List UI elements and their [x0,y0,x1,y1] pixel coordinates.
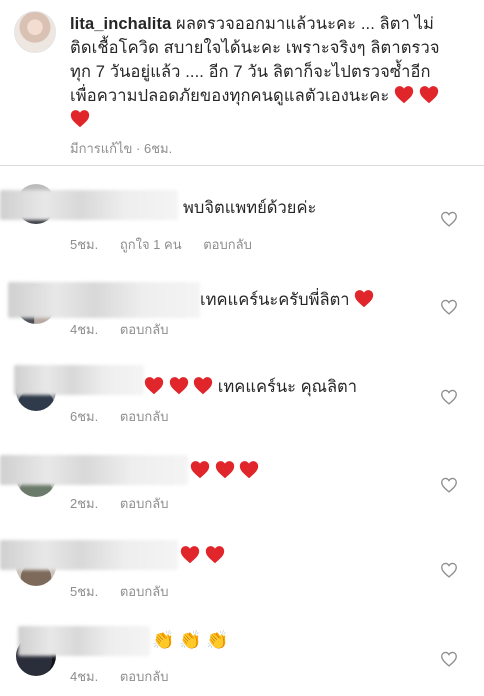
comment-text: เทคแคร์นะครับพี่ลิตา [200,287,374,313]
red-heart-emoji [354,289,374,308]
comment-text: เทคแคร์นะ คุณลิตา [144,374,357,400]
reply-button[interactable]: ตอบกลับ [120,584,169,599]
comment-text-content: เทคแคร์นะ คุณลิตา [217,378,358,396]
caption-username[interactable]: lita_inchalita [70,15,171,33]
comment-text-content: เทคแคร์นะครับพี่ลิตา [200,291,350,309]
comment-item: 👏 👏 👏 4ชม. ตอบกลับ [0,620,484,696]
comment-meta: 5ชม. ถูกใจ 1 คน ตอบกลับ [70,234,270,255]
caption-line-2: ติดเชื้อโควิด สบายใจได้นะคะ เพราะจริงๆ ล… [70,39,440,57]
caption-meta: มีการแก้ไข · 6ชม. [70,141,173,156]
comment-item: พบจิตแพทย์ด้วยค่ะ 5ชม. ถูกใจ 1 คน ตอบกลั… [0,178,484,266]
comment-time: 5ชม. [70,584,99,599]
post-caption: lita_inchalita ผลตรวจออกมาแล้วนะคะ ... ล… [0,0,484,163]
blurred-username [14,365,144,395]
caption-line-4: เพื่อความปลอดภัยของทุกคนดูแลตัวเองนะคะ [70,87,390,105]
comment-text: 👏 👏 👏 [152,630,228,651]
caption-text: lita_inchalita ผลตรวจออกมาแล้วนะคะ ... ล… [70,12,462,132]
comment-item: 5ชม. ตอบกลับ [0,532,484,620]
red-heart-emoji [144,376,164,395]
blurred-username [8,282,200,318]
comment-item: 2ชม. ตอบกลับ [0,445,484,533]
comment-meta: 6ชม. ตอบกลับ [70,406,186,427]
red-heart-emoji [394,85,414,104]
comment-time: 2ชม. [70,496,99,511]
comment-text: พบจิตแพทย์ด้วยค่ะ [183,199,317,217]
blurred-username [18,626,150,656]
caption-time: 6ชม. [143,141,173,156]
edited-label: มีการแก้ไข [70,141,133,156]
red-heart-emoji [180,545,200,564]
caption-line-1: ผลตรวจออกมาแล้วนะคะ ... ลิตา ไม่ [176,15,435,33]
red-heart-emoji [419,85,439,104]
like-heart-icon[interactable] [440,562,458,578]
comment-time: 6ชม. [70,409,99,424]
comment-meta: 4ชม. ตอบกลับ [70,319,186,340]
reply-button[interactable]: ตอบกลับ [120,669,169,684]
comment-text [180,545,225,566]
comment-time: 5ชม. [70,237,99,252]
like-heart-icon[interactable] [440,211,458,227]
caption-line-3: ทุก 7 วันอยู่แล้ว .... อีก 7 วัน ลิตาก็จ… [70,63,431,81]
blurred-username [0,540,178,570]
red-heart-emoji [169,376,189,395]
reply-button[interactable]: ตอบกลับ [120,322,169,337]
red-heart-emoji [215,460,235,479]
comment-item: เทคแคร์นะครับพี่ลิตา 4ชม. ตอบกลับ [0,270,484,358]
clapping-hands-emoji: 👏 [152,630,175,650]
like-heart-icon[interactable] [440,651,458,667]
divider [0,165,484,166]
reply-button[interactable]: ตอบกลับ [203,237,252,252]
clapping-hands-emoji: 👏 [206,630,229,650]
reply-button[interactable]: ตอบกลับ [120,409,169,424]
blurred-username [0,190,178,220]
author-avatar[interactable] [14,11,56,53]
red-heart-emoji [239,460,259,479]
comment-time: 4ชม. [70,322,99,337]
comment-meta: 2ชม. ตอบกลับ [70,493,186,514]
red-heart-emoji [205,545,225,564]
comment-meta: 4ชม. ตอบกลับ [70,666,186,687]
comment-item: เทคแคร์นะ คุณลิตา 6ชม. ตอบกลับ [0,357,484,445]
like-heart-icon[interactable] [440,299,458,315]
clapping-hands-emoji: 👏 [179,630,202,650]
comment-time: 4ชม. [70,669,99,684]
red-heart-emoji [193,376,213,395]
red-heart-emoji [190,460,210,479]
like-heart-icon[interactable] [440,477,458,493]
comment-text [190,460,259,481]
comment-likes[interactable]: ถูกใจ 1 คน [120,237,182,252]
like-heart-icon[interactable] [440,389,458,405]
reply-button[interactable]: ตอบกลับ [120,496,169,511]
red-heart-emoji [70,109,90,128]
blurred-username [0,455,188,485]
comment-meta: 5ชม. ตอบกลับ [70,581,186,602]
